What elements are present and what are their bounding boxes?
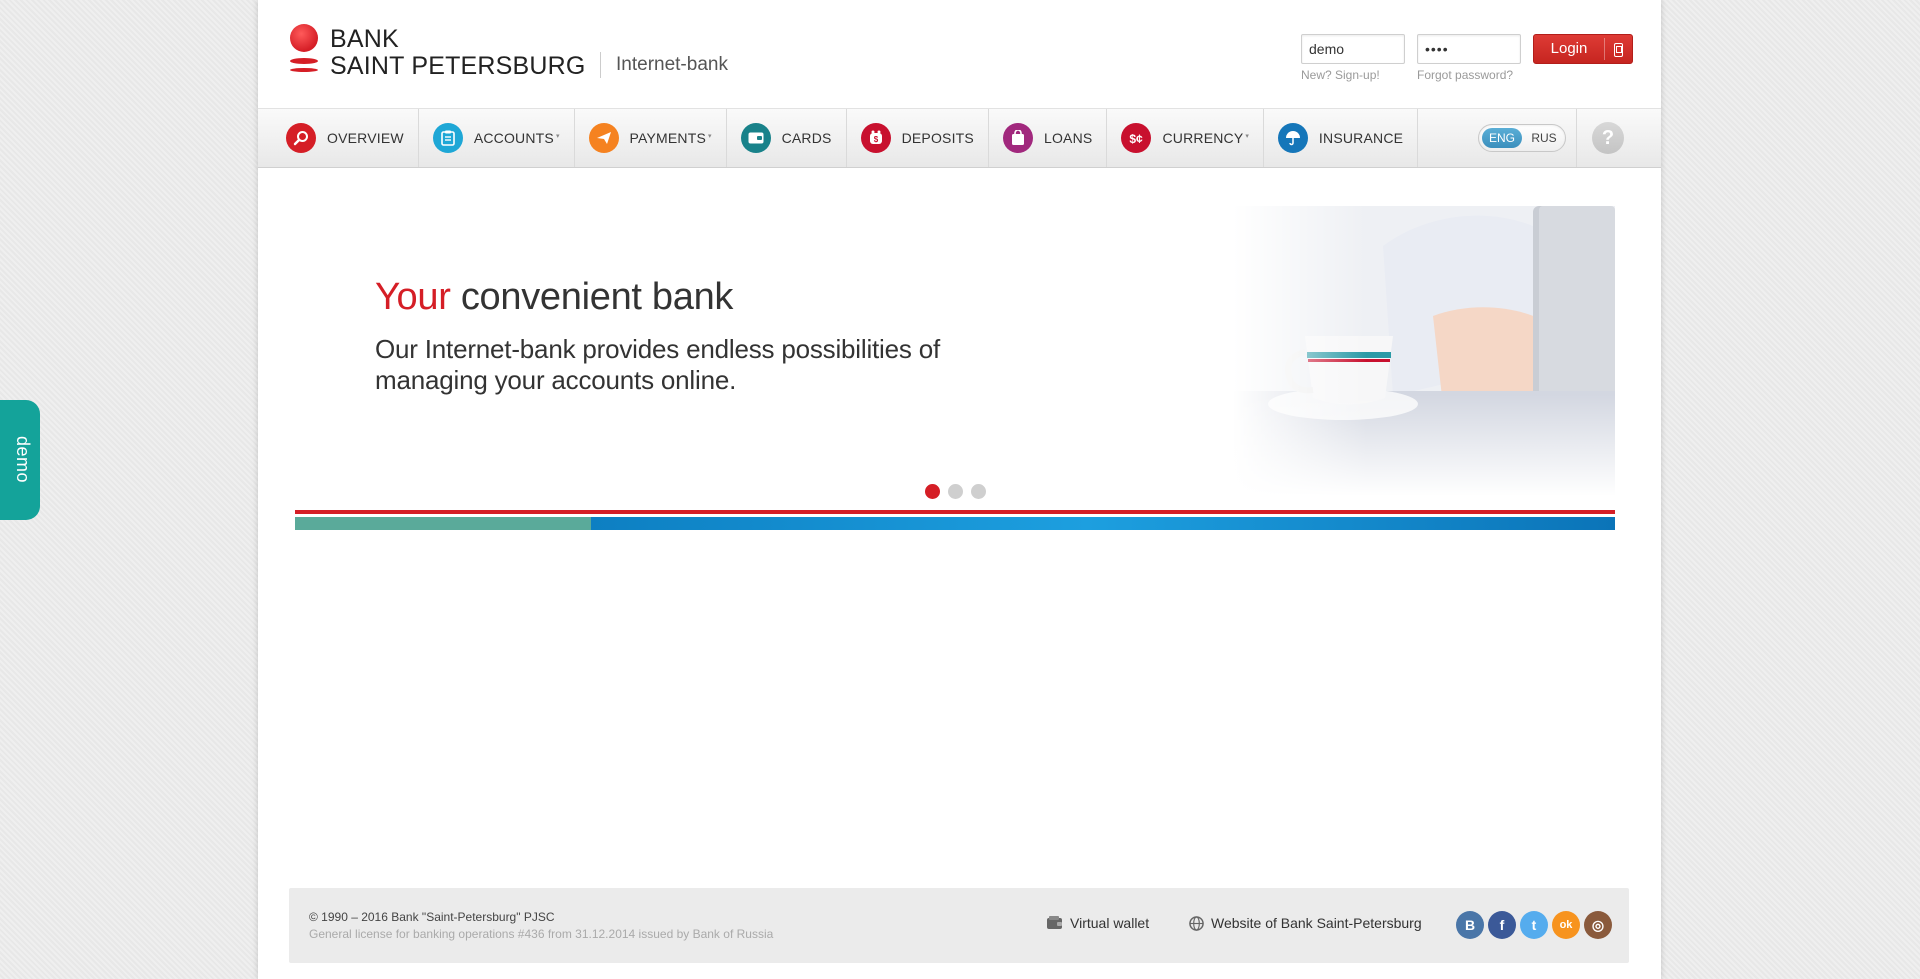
logo-divider	[600, 52, 601, 78]
nav-item-accounts[interactable]: ACCOUNTS ▾	[419, 109, 575, 167]
currency-icon: $¢	[1121, 123, 1152, 153]
nav-item-label: OVERVIEW	[327, 130, 404, 146]
lang-eng-button[interactable]: ENG	[1482, 128, 1522, 148]
nav-item-label: LOANS	[1043, 130, 1093, 146]
vkontakte-icon[interactable]: B	[1456, 911, 1484, 939]
banner-text: Our Internet-bank provides endless possi…	[375, 334, 940, 395]
bank-name-line1: BANK	[330, 25, 399, 53]
search-icon	[286, 123, 316, 153]
nav-items: OVERVIEW ACCOUNTS ▾ PAYMENTS ▾ CARDS $ DEPOSITS…	[272, 109, 1419, 167]
banner-title-accent: Your	[375, 276, 451, 318]
banner-title: Your convenient bank	[375, 276, 733, 319]
nav-item-label: DEPOSITS	[901, 130, 974, 146]
copyright: © 1990 – 2016 Bank "Saint-Petersburg" PJ…	[309, 910, 555, 924]
forgot-password-link[interactable]: Forgot password?	[1417, 68, 1513, 82]
chevron-down-icon: ▾	[708, 133, 712, 140]
login-button[interactable]: Login	[1533, 34, 1633, 64]
signup-link[interactable]: New? Sign-up!	[1301, 68, 1380, 82]
nav-item-label: CURRENCY	[1162, 130, 1244, 146]
virtual-wallet-link[interactable]: Virtual wallet	[1047, 915, 1149, 931]
demo-side-tab-label: demo	[13, 436, 33, 484]
nav-item-loans[interactable]: LOANS	[989, 109, 1108, 167]
slider-dots	[295, 484, 1615, 500]
instagram-icon[interactable]: ◎	[1584, 911, 1612, 939]
main-navigation: OVERVIEW ACCOUNTS ▾ PAYMENTS ▾ CARDS $ DEPOSITS…	[258, 108, 1661, 168]
bank-name-line2: SAINT PETERSBURG	[330, 52, 586, 80]
nav-item-label: CARDS	[781, 130, 832, 146]
page-container: BANK SAINT PETERSBURG Internet-bank demo…	[258, 0, 1661, 979]
nav-item-label: INSURANCE	[1318, 130, 1404, 146]
facebook-icon[interactable]: f	[1488, 911, 1516, 939]
nav-item-currency[interactable]: $¢ CURRENCY ▾	[1107, 109, 1264, 167]
clipboard-icon	[432, 123, 463, 153]
bank-logo-mark	[288, 24, 320, 76]
piggy-bank-icon: $	[860, 123, 891, 153]
slider-dot[interactable]	[947, 484, 963, 499]
banner-title-rest: convenient bank	[460, 276, 734, 318]
twitter-icon[interactable]: t	[1520, 911, 1548, 939]
slider-dot[interactable]	[970, 484, 986, 499]
license-text: General license for banking operations #…	[309, 927, 774, 941]
username-input[interactable]: demo	[1301, 34, 1405, 64]
nav-item-payments[interactable]: PAYMENTS ▾	[575, 109, 727, 167]
bank-website-label: Website of Bank Saint-Petersburg	[1211, 915, 1422, 931]
slider-dot[interactable]	[924, 484, 940, 499]
mobile-phone-icon	[1614, 43, 1623, 57]
lang-rus-button[interactable]: RUS	[1525, 128, 1563, 148]
virtual-wallet-label: Virtual wallet	[1070, 915, 1150, 931]
bag-icon	[1002, 123, 1033, 153]
globe-icon	[1189, 915, 1204, 931]
nav-item-overview[interactable]: OVERVIEW	[272, 109, 419, 167]
bank-subtitle: Internet-bank	[616, 54, 728, 75]
bank-website-link[interactable]: Website of Bank Saint-Petersburg	[1189, 915, 1422, 931]
card-icon	[740, 123, 771, 153]
nav-item-insurance[interactable]: INSURANCE	[1264, 109, 1419, 167]
svg-text:$: $	[873, 135, 878, 144]
nav-item-cards[interactable]: CARDS	[727, 109, 847, 167]
umbrella-icon	[1277, 123, 1308, 153]
chevron-down-icon: ▾	[555, 133, 560, 140]
banner-photo	[1233, 206, 1615, 496]
login-button-label: Login	[1550, 40, 1588, 57]
footer: © 1990 – 2016 Bank "Saint-Petersburg" PJ…	[289, 888, 1629, 963]
language-switch: ENG RUS	[1478, 124, 1566, 152]
bank-name: BANK SAINT PETERSBURG	[330, 26, 586, 80]
chevron-down-icon: ▾	[1245, 133, 1249, 140]
social-links: Bf t ok ◎	[1456, 911, 1616, 939]
svg-text:$¢: $¢	[1130, 132, 1144, 146]
odnoklassniki-icon[interactable]: ok	[1552, 911, 1580, 939]
nav-item-deposits[interactable]: $ DEPOSITS	[847, 109, 989, 167]
wallet-icon	[1047, 916, 1063, 930]
nav-item-label: PAYMENTS	[629, 130, 707, 146]
paper-plane-icon	[588, 123, 619, 153]
nav-item-label: ACCOUNTS	[473, 130, 554, 146]
banner-stripe-blue	[295, 517, 1615, 530]
help-icon[interactable]: ?	[1592, 122, 1624, 154]
password-input[interactable]: ••••	[1417, 34, 1521, 64]
login-form: demo •••• Login New? Sign-up! Forgot pas…	[1301, 34, 1633, 84]
demo-side-tab[interactable]: demo	[0, 400, 40, 520]
promo-banner: Your convenient bank Our Internet-bank p…	[295, 206, 1615, 530]
